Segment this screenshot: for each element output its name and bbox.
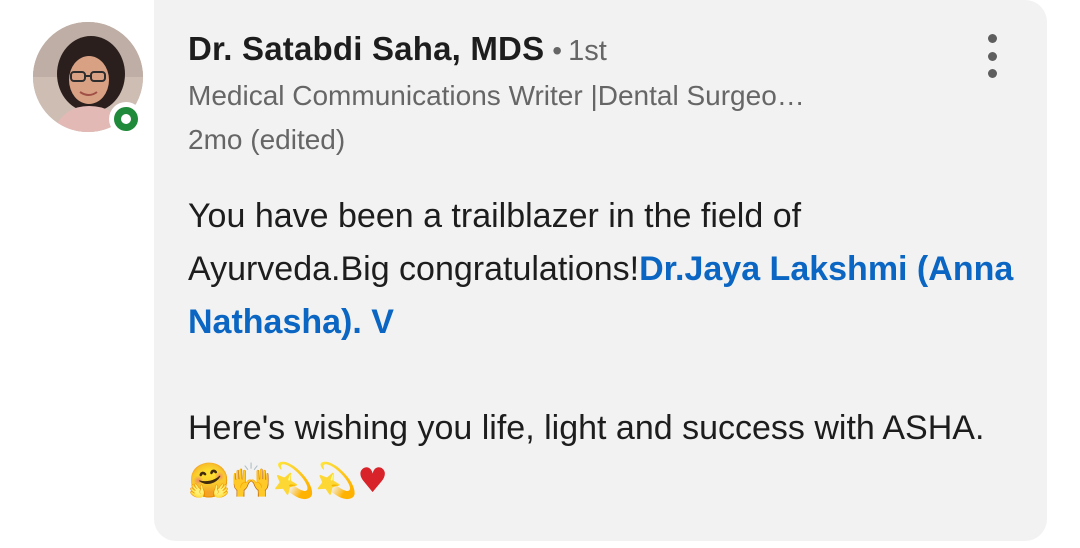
avatar-container[interactable] xyxy=(33,22,143,136)
author-headline[interactable]: Medical Communications Writer |Dental Su… xyxy=(188,80,805,112)
comment-paragraph-2: Here's wishing you life, light and succe… xyxy=(188,402,1018,508)
comment-line-2: Ayurveda.Big congratulations!Dr.Jaya Lak… xyxy=(188,243,1018,349)
comment-text: Ayurveda.Big congratulations! xyxy=(188,250,640,288)
red-heart-icon: ♥ xyxy=(357,461,388,501)
hugging-face-icon: 🤗 xyxy=(188,461,231,501)
degree-separator: • xyxy=(552,35,563,66)
author-line: Dr. Satabdi Saha, MDS • 1st xyxy=(188,30,607,72)
connection-degree: 1st xyxy=(568,35,607,67)
more-vertical-icon xyxy=(987,34,997,43)
more-options-button[interactable] xyxy=(976,34,1008,78)
comment-item: Dr. Satabdi Saha, MDS • 1st Medical Comm… xyxy=(0,0,1080,548)
raising-hands-icon: 🙌 xyxy=(230,461,273,501)
dizzy-icon: 💫 xyxy=(315,461,358,501)
author-name[interactable]: Dr. Satabdi Saha, MDS xyxy=(188,30,544,68)
comment-line-1: You have been a trailblazer in the field… xyxy=(188,197,802,235)
comment-timestamp: 2mo (edited) xyxy=(188,124,346,155)
comment-wish-text: Here's wishing you life, light and succe… xyxy=(188,409,985,447)
dizzy-icon: 💫 xyxy=(272,461,316,501)
comment-body: You have been a trailblazer in the field… xyxy=(188,190,1018,508)
online-status-icon xyxy=(109,102,143,136)
